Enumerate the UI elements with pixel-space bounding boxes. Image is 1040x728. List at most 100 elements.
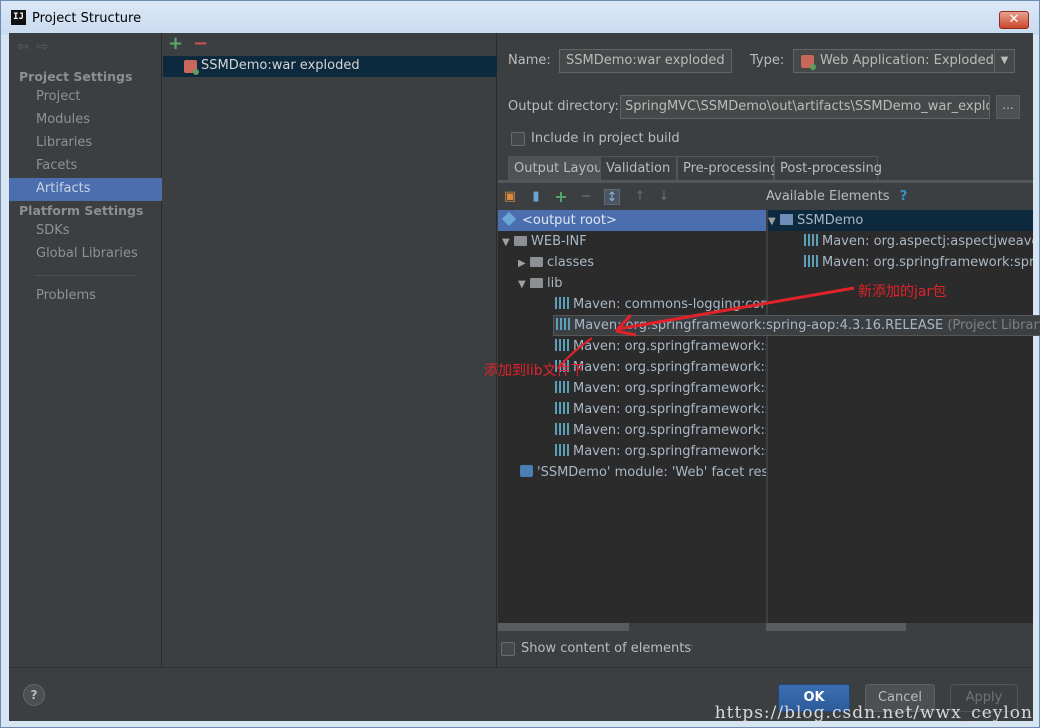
divider: [35, 275, 135, 276]
close-button[interactable]: ✕: [999, 11, 1029, 29]
folder-icon: [530, 278, 543, 288]
browse-button[interactable]: ...: [996, 95, 1020, 119]
tree-item-label: <output root>: [522, 213, 617, 228]
tree-item-label: 'SSMDemo' module: 'Web' facet resour: [537, 465, 766, 480]
tree-item-web-inf[interactable]: ▼ WEB-INF: [498, 231, 587, 252]
output-layout-tree: <output root> ▼ WEB-INF ▶ classes ▼ lib Mav…: [498, 210, 766, 623]
layout-toolbar: ▣ ▮ + − ↕ ↑ ↓: [498, 185, 766, 209]
sidebar-item-project[interactable]: Project: [9, 86, 162, 109]
create-directory-icon[interactable]: ▣: [502, 189, 518, 205]
sidebar-item-sdks[interactable]: SDKs: [9, 220, 162, 243]
sort-icon[interactable]: ↕: [604, 189, 620, 205]
create-archive-icon[interactable]: ▮: [528, 189, 544, 205]
include-in-build-checkbox[interactable]: [511, 132, 525, 146]
show-content-label: Show content of elements: [521, 641, 692, 656]
layout-horizontal-scrollbar[interactable]: [498, 623, 629, 631]
library-icon: [804, 234, 818, 246]
tree-item-classes[interactable]: ▶ classes: [498, 252, 594, 273]
folder-icon: [514, 236, 527, 246]
include-in-build-label: Include in project build: [531, 131, 680, 146]
library-icon: [556, 318, 570, 330]
title-bar: IJ Project Structure ✕: [1, 1, 1039, 35]
tree-item-lib[interactable]: ▼ lib: [498, 273, 562, 294]
tree-item-module[interactable]: ▼ SSMDemo: [768, 210, 1033, 231]
annotation-add-to-lib: 添加到lib文件下: [484, 363, 585, 379]
tree-item-label: Maven: org.springframework:spr: [573, 444, 766, 459]
watermark: https://blog.csdn.net/wwx_ceylon: [714, 703, 1033, 723]
tree-item-library[interactable]: Maven: commons-logging:comm: [498, 294, 766, 315]
add-copy-icon[interactable]: +: [553, 189, 569, 205]
help-button[interactable]: ?: [23, 684, 45, 706]
type-select-value: Web Application: Exploded: [820, 53, 994, 68]
sidebar-item-facets[interactable]: Facets: [9, 155, 162, 178]
intellij-logo-icon: IJ: [11, 10, 26, 25]
sidebar-item-modules[interactable]: Modules: [9, 109, 162, 132]
available-elements-header: Available Elements ?: [766, 189, 907, 204]
expand-arrow-icon[interactable]: ▼: [502, 232, 514, 253]
available-library-item[interactable]: Maven: org.springframework:spring: [768, 252, 1033, 273]
tree-item-library[interactable]: Maven: org.springframework:spr: [498, 441, 766, 462]
tree-item-library-tooltip[interactable]: Maven: org.springframework:spring-aop:4.…: [553, 315, 1040, 336]
platform-settings-title: Platform Settings: [19, 203, 144, 218]
tree-item-library[interactable]: Maven: org.springframework:spr: [498, 420, 766, 441]
available-horizontal-scrollbar[interactable]: [766, 623, 906, 631]
artifact-item-label: SSMDemo:war exploded: [201, 58, 360, 73]
available-library-item[interactable]: Maven: org.aspectj:aspectjweaver:1.: [768, 231, 1033, 252]
tree-item-label: Maven: org.springframework:spr: [573, 423, 766, 438]
sidebar-item-problems[interactable]: Problems: [9, 285, 162, 308]
tree-item-label: Maven: org.springframework:spr: [573, 402, 766, 417]
library-icon: [804, 255, 818, 267]
show-content-checkbox[interactable]: [501, 642, 515, 656]
expand-arrow-icon[interactable]: ▼: [768, 211, 780, 232]
tree-item-output-root[interactable]: <output root>: [498, 210, 766, 231]
project-settings-title: Project Settings: [19, 69, 133, 84]
sidebar-item-artifacts[interactable]: Artifacts: [9, 178, 162, 201]
help-icon[interactable]: ?: [900, 189, 908, 204]
tree-item-label: Maven: commons-logging:comm: [573, 297, 766, 312]
tab-output-layout[interactable]: Output Layout: [508, 156, 607, 181]
move-down-icon[interactable]: ↓: [656, 189, 672, 205]
add-artifact-button[interactable]: +: [168, 33, 183, 54]
folder-icon: [530, 257, 543, 267]
collapse-arrow-icon[interactable]: ▶: [518, 253, 530, 274]
settings-sidebar: ⇦⇨ Project Settings Project Modules Libr…: [9, 33, 162, 667]
dialog-body: ⇦⇨ Project Settings Project Modules Libr…: [9, 33, 1040, 721]
library-icon: [555, 444, 569, 456]
web-facet-icon: [520, 465, 533, 477]
tab-underline: [498, 180, 1033, 183]
available-elements-tree: ▼ SSMDemo Maven: org.aspectj:aspectjweave…: [768, 210, 1033, 623]
tree-item-label: SSMDemo: [797, 213, 864, 228]
remove-icon[interactable]: −: [578, 189, 594, 205]
expand-arrow-icon[interactable]: ▼: [518, 274, 530, 295]
library-icon: [555, 297, 569, 309]
tree-item-library[interactable]: Maven: org.springframework:spr: [498, 399, 766, 420]
output-directory-field[interactable]: SpringMVC\SSMDemo\out\artifacts\SSMDemo_…: [620, 95, 990, 119]
artifact-editor: Name: SSMDemo:war exploded Type: Web App…: [484, 33, 1040, 667]
web-application-icon: [801, 55, 816, 70]
remove-artifact-button[interactable]: −: [193, 33, 208, 54]
tab-validation[interactable]: Validation: [600, 156, 677, 181]
tree-item-library[interactable]: Maven: org.springframework:spr: [498, 378, 766, 399]
tab-post-processing[interactable]: Post-processing: [774, 156, 882, 181]
sidebar-item-libraries[interactable]: Libraries: [9, 132, 162, 155]
tree-item-label: Maven: org.springframework:spring: [822, 255, 1033, 270]
tree-item-hint: (Project Library): [947, 318, 1040, 333]
module-icon: [780, 214, 793, 225]
move-up-icon[interactable]: ↑: [632, 189, 648, 205]
tree-item-label: lib: [547, 276, 563, 291]
artifact-item[interactable]: SSMDemo:war exploded: [163, 56, 497, 77]
tree-item-label: WEB-INF: [531, 234, 587, 249]
back-forward-icon[interactable]: ⇦⇨: [17, 39, 56, 55]
tab-pre-processing[interactable]: Pre-processing: [677, 156, 778, 181]
name-field[interactable]: SSMDemo:war exploded: [559, 49, 732, 73]
sidebar-item-global-libraries[interactable]: Global Libraries: [9, 243, 162, 266]
more-icon[interactable]: ⋯: [683, 639, 694, 652]
tree-item-library[interactable]: Maven: org.springframework:spr: [498, 336, 766, 357]
library-icon: [555, 402, 569, 414]
tree-item-facet-resource[interactable]: 'SSMDemo' module: 'Web' facet resour: [498, 462, 766, 483]
type-select[interactable]: Web Application: Exploded ▼: [793, 49, 1015, 73]
chevron-down-icon[interactable]: ▼: [994, 50, 1014, 72]
output-directory-label: Output directory:: [508, 99, 619, 114]
type-label: Type:: [750, 53, 785, 68]
project-structure-window: IJ Project Structure ✕ ⇦⇨ Project Settin…: [0, 0, 1040, 728]
